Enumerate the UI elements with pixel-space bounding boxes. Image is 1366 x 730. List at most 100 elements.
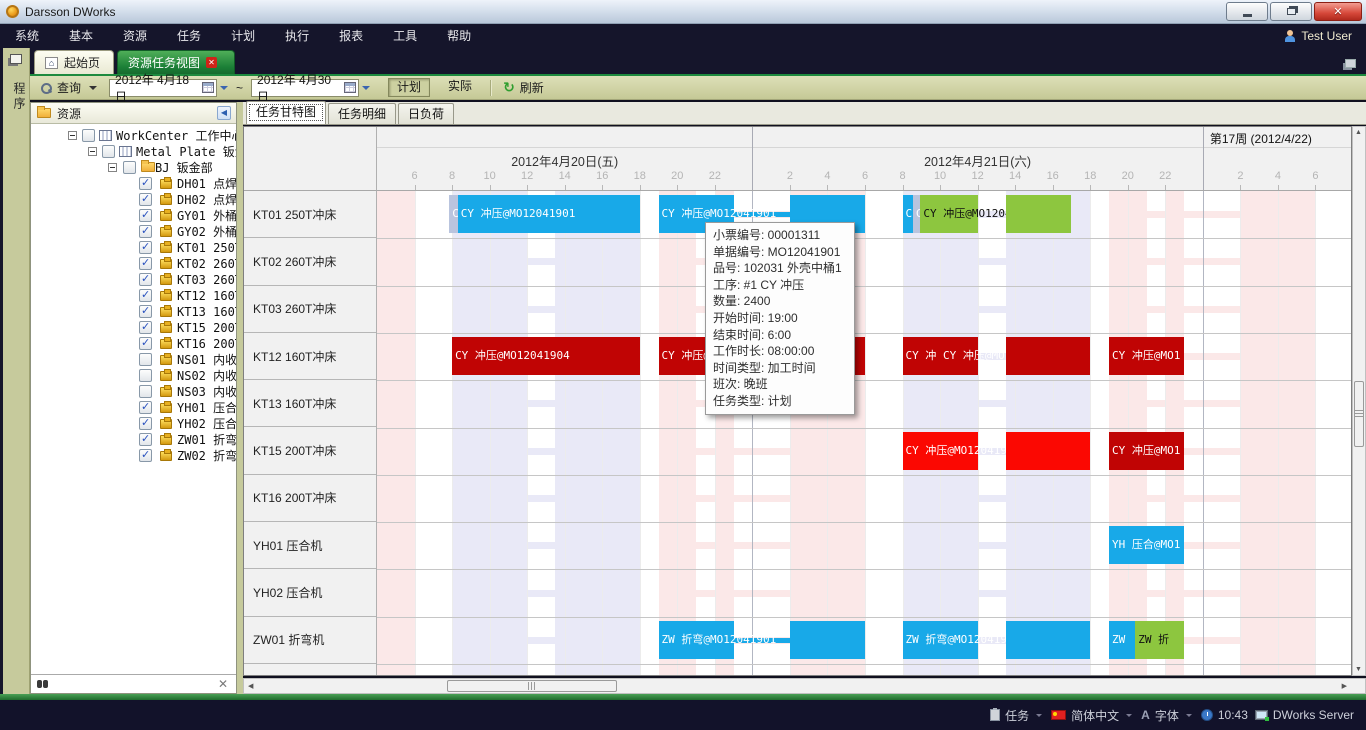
tree-item[interactable]: DH02 点焊机: [31, 191, 236, 207]
tree-checkbox[interactable]: [139, 241, 152, 254]
tree-checkbox[interactable]: [139, 417, 152, 430]
menu-item-基本[interactable]: 基本: [54, 24, 108, 48]
tree-item[interactable]: KT03 260T冲床: [31, 271, 236, 287]
tree-item[interactable]: KT13 160T冲床: [31, 303, 236, 319]
collapse-panel-button[interactable]: ◀: [217, 106, 231, 120]
tree-item[interactable]: ZW01 折弯机: [31, 431, 236, 447]
task-bar[interactable]: CY 冲压@MO1: [1109, 432, 1184, 470]
task-bar[interactable]: [1006, 621, 1090, 659]
task-bar[interactable]: YH 压合@MO1: [1109, 526, 1184, 564]
tree-checkbox[interactable]: [139, 273, 152, 286]
tree-checkbox[interactable]: [139, 257, 152, 270]
tree-checkbox[interactable]: [139, 305, 152, 318]
task-bar[interactable]: ZW 折弯@MO12041901: [659, 621, 734, 659]
task-bar[interactable]: [1006, 195, 1072, 233]
tree-checkbox[interactable]: [139, 321, 152, 334]
tree-expander-icon[interactable]: [88, 147, 97, 156]
status-item-clock[interactable]: 10:43: [1201, 708, 1248, 722]
date-to-field[interactable]: 2012年 4月30日: [251, 79, 359, 97]
program-panel-icon[interactable]: [10, 54, 22, 64]
menu-item-工具[interactable]: 工具: [378, 24, 432, 48]
tree-item[interactable]: KT16 200T冲床: [31, 335, 236, 351]
calendar-icon[interactable]: [202, 82, 214, 93]
gantt-horizontal-scrollbar[interactable]: ◀ ▶: [243, 678, 1366, 694]
dropdown-caret-icon[interactable]: [1036, 714, 1042, 717]
tree-item[interactable]: KT15 200T冲床: [31, 319, 236, 335]
tree-item[interactable]: KT01 250T冲床: [31, 239, 236, 255]
menu-item-系统[interactable]: 系统: [0, 24, 54, 48]
dropdown-caret-icon[interactable]: [1186, 714, 1192, 717]
tree-checkbox[interactable]: [123, 161, 136, 174]
tree-item[interactable]: BJ 钣金部: [31, 159, 236, 175]
scroll-left-icon[interactable]: ◀: [248, 682, 253, 690]
calendar-icon[interactable]: [344, 82, 356, 93]
dropdown-caret-icon[interactable]: [1126, 714, 1132, 717]
date-from-dropdown-icon[interactable]: [220, 86, 228, 90]
vertical-scroll-thumb[interactable]: [1354, 381, 1364, 447]
tab-close-icon[interactable]: ✕: [206, 57, 217, 68]
tree-checkbox[interactable]: [139, 385, 152, 398]
task-bar[interactable]: CY 冲压@MO12041904: [452, 337, 640, 375]
tree-item[interactable]: KT12 160T冲床: [31, 287, 236, 303]
task-bar[interactable]: CY 冲压@MO12041901: [458, 195, 640, 233]
task-bar[interactable]: ZW: [1109, 621, 1135, 659]
date-from-field[interactable]: 2012年 4月18日: [109, 79, 217, 97]
refresh-icon[interactable]: ↻: [503, 80, 515, 96]
tree-checkbox[interactable]: [139, 449, 152, 462]
tab-home-page[interactable]: ⌂ 起始页: [34, 50, 114, 74]
scroll-up-icon[interactable]: ▲: [1355, 129, 1362, 136]
tree-item[interactable]: DH01 点焊机: [31, 175, 236, 191]
tree-expander-icon[interactable]: [108, 163, 117, 172]
task-bar[interactable]: CY 冲 CY 冲压@MO12041904: [903, 337, 978, 375]
view-tab-任务甘特图[interactable]: 任务甘特图: [246, 101, 326, 124]
tree-checkbox[interactable]: [102, 145, 115, 158]
view-tab-日负荷[interactable]: 日负荷: [398, 103, 454, 124]
menu-item-帮助[interactable]: 帮助: [432, 24, 486, 48]
tree-item[interactable]: ZW02 折弯机: [31, 447, 236, 463]
tree-checkbox[interactable]: [139, 177, 152, 190]
minimize-button[interactable]: [1226, 2, 1268, 21]
tree-item[interactable]: NS02 内收口机: [31, 367, 236, 383]
restore-button[interactable]: [1270, 2, 1312, 21]
task-bar[interactable]: C: [449, 195, 457, 233]
tree-checkbox[interactable]: [139, 193, 152, 206]
tree-item[interactable]: YH02 压合机: [31, 415, 236, 431]
scroll-down-icon[interactable]: ▼: [1355, 666, 1362, 673]
scroll-right-icon[interactable]: ▶: [1342, 682, 1347, 690]
tree-checkbox[interactable]: [139, 289, 152, 302]
tree-item[interactable]: WorkCenter 工作中心: [31, 127, 236, 143]
task-bar[interactable]: CY 冲压@MO1: [1109, 337, 1184, 375]
tree-checkbox[interactable]: [139, 209, 152, 222]
tree-search-bar[interactable]: ✕: [31, 674, 236, 693]
task-bar[interactable]: [790, 621, 865, 659]
status-item-server[interactable]: DWorks Server: [1255, 708, 1354, 722]
tree-item[interactable]: YH01 压合机: [31, 399, 236, 415]
tree-checkbox[interactable]: [139, 369, 152, 382]
close-button[interactable]: ✕: [1314, 2, 1362, 21]
task-bar[interactable]: CY 冲压@MO12041903: [903, 432, 978, 470]
horizontal-scroll-thumb[interactable]: [447, 680, 617, 692]
clear-search-icon[interactable]: ✕: [218, 677, 228, 691]
menu-item-报表[interactable]: 报表: [324, 24, 378, 48]
tree-checkbox[interactable]: [139, 433, 152, 446]
task-bar[interactable]: ZW 折弯@MO12041901: [903, 621, 978, 659]
task-bar[interactable]: CY 冲压@MO12041902: [920, 195, 977, 233]
task-bar[interactable]: [1006, 337, 1090, 375]
menu-item-资源[interactable]: 资源: [108, 24, 162, 48]
task-bar[interactable]: [1006, 432, 1090, 470]
tree-item[interactable]: GY01 外桶成型机: [31, 207, 236, 223]
tree-checkbox[interactable]: [139, 353, 152, 366]
tree-expander-icon[interactable]: [68, 131, 77, 140]
query-dropdown-icon[interactable]: [89, 86, 97, 90]
tree-item[interactable]: KT02 260T冲床: [31, 255, 236, 271]
status-item-font[interactable]: A字体: [1141, 707, 1194, 724]
query-button[interactable]: 查询: [57, 79, 81, 96]
tree-item[interactable]: GY02 外桶成型机: [31, 223, 236, 239]
tree-item[interactable]: Metal Plate 钣金厂: [31, 143, 236, 159]
refresh-button[interactable]: 刷新: [520, 79, 544, 96]
tree-checkbox[interactable]: [139, 225, 152, 238]
task-bar[interactable]: C: [913, 195, 921, 233]
menu-item-计划[interactable]: 计划: [216, 24, 270, 48]
tree-checkbox[interactable]: [139, 401, 152, 414]
plan-toggle-button[interactable]: 计划: [388, 78, 430, 97]
